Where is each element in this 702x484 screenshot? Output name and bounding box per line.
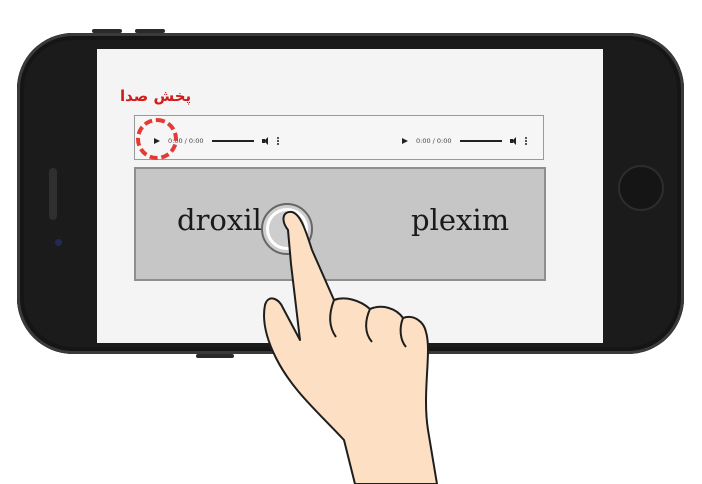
tap-hand-icon <box>263 210 438 484</box>
